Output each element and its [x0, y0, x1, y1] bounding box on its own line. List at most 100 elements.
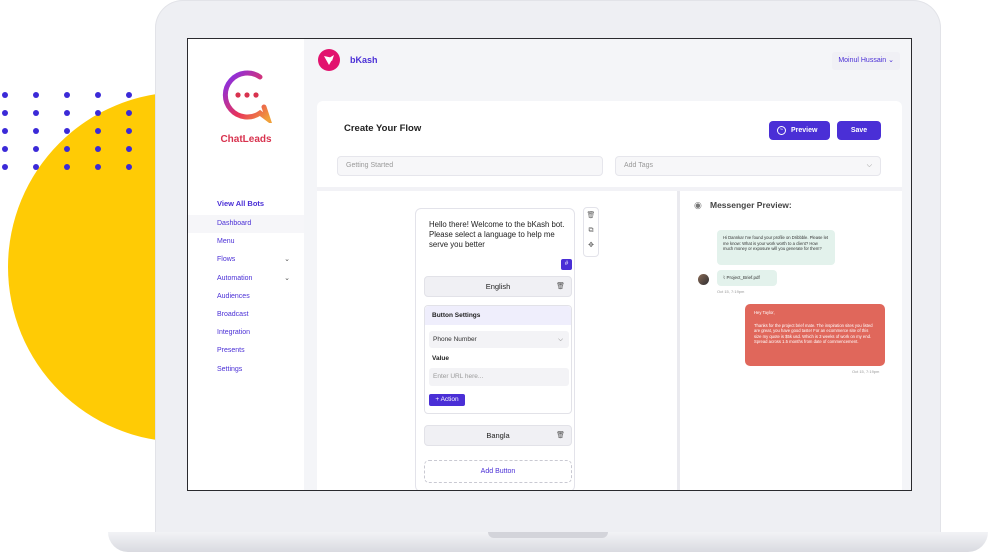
decorative-dot	[126, 110, 132, 116]
decorative-dot	[33, 110, 39, 116]
getting-started-input[interactable]: Getting Started	[337, 156, 603, 176]
button-type-select[interactable]: Phone Number ⌵	[429, 331, 569, 348]
sidebar-item-settings[interactable]: Settings	[188, 361, 304, 379]
trash-icon[interactable]: 🗑	[556, 426, 565, 445]
button-type-value: Phone Number	[433, 336, 477, 343]
eye-icon: ◉	[694, 200, 702, 210]
decorative-dot	[2, 92, 8, 98]
view-all-bots-link[interactable]: View All Bots	[217, 199, 264, 208]
decorative-dot	[64, 146, 70, 152]
decorative-dot	[33, 128, 39, 134]
sidebar-menu: Dashboard Menu Flows ⌄ Automation ⌄ Audiences B…	[188, 215, 304, 379]
user-name: Moinul Hussain	[838, 57, 887, 64]
copy-icon[interactable]: ⧉	[584, 223, 598, 238]
outgoing-message-bubble: Hey Taylor, Thanks for the project brief…	[745, 304, 885, 366]
value-label: Value	[432, 355, 449, 362]
messenger-preview-title: Messenger Preview:	[710, 200, 792, 210]
decorative-dot	[64, 128, 70, 134]
save-button[interactable]: Save	[837, 121, 881, 140]
decorative-dot	[33, 92, 39, 98]
panel-divider	[677, 191, 680, 490]
decorative-dot	[2, 146, 8, 152]
app-screen: ChatLeads View All Bots Dashboard Menu Flo…	[187, 38, 912, 491]
node-message[interactable]: Hello there! Welcome to the bKash bot. P…	[429, 220, 569, 250]
button-settings-panel: Button Settings Phone Number ⌵ Value Ent…	[424, 305, 572, 414]
variable-hash-button[interactable]: #	[561, 259, 572, 270]
sidebar-item-label: Audiences	[217, 292, 250, 300]
chevron-down-icon: ⌄	[888, 57, 894, 64]
tags-placeholder: Add Tags	[624, 162, 654, 169]
sidebar-item-presents[interactable]: Presents	[188, 342, 304, 360]
chatleads-logo	[216, 67, 276, 126]
avatar	[698, 274, 709, 285]
divider	[317, 187, 902, 191]
bkash-logo-icon	[318, 49, 340, 71]
decorative-dot	[95, 92, 101, 98]
decorative-dot	[126, 146, 132, 152]
quick-reply-button-bangla[interactable]: Bangla 🗑	[424, 425, 572, 446]
delete-icon[interactable]: 🗑	[584, 208, 598, 223]
decorative-dot	[2, 110, 8, 116]
node-toolbar: 🗑 ⧉ ✥	[583, 207, 599, 257]
chevron-down-icon: ⌵	[866, 162, 872, 169]
chevron-down-icon: ⌄	[284, 274, 290, 282]
preview-label: Preview	[791, 127, 818, 134]
sidebar-item-broadcast[interactable]: Broadcast	[188, 306, 304, 324]
sidebar-item-menu[interactable]: Menu	[188, 233, 304, 251]
quick-reply-label: Bangla	[486, 431, 510, 440]
decorative-dot	[95, 146, 101, 152]
message-timestamp: Oct 15, 7:19pm	[852, 369, 880, 374]
preview-button[interactable]: ~ Preview	[769, 121, 830, 140]
move-icon[interactable]: ✥	[584, 238, 598, 253]
decorative-dot	[64, 164, 70, 170]
sidebar-item-dashboard[interactable]: Dashboard	[188, 215, 304, 234]
add-action-button[interactable]: + Action	[429, 394, 465, 406]
decorative-dot	[64, 92, 70, 98]
quick-reply-button-english[interactable]: English 🗑	[424, 276, 572, 297]
url-input[interactable]: Enter URL here...	[429, 368, 569, 386]
incoming-message-bubble: Hi Dannka! I've found your profile on Dr…	[717, 230, 835, 265]
sidebar-item-label: Dashboard	[217, 220, 252, 227]
file-name: Project_Brief.pdf	[726, 275, 760, 280]
page-title: Create Your Flow	[344, 123, 422, 134]
sidebar-item-label: Settings	[217, 365, 243, 373]
sidebar-item-label: Flows	[217, 256, 236, 264]
tags-select[interactable]: Add Tags ⌵	[615, 156, 881, 176]
decorative-dot	[33, 146, 39, 152]
laptop-notch	[488, 532, 608, 538]
decorative-dot	[126, 92, 132, 98]
brand-name: ChatLeads	[220, 134, 272, 145]
button-settings-title: Button Settings	[425, 306, 571, 325]
flow-node[interactable]: Hello there! Welcome to the bKash bot. P…	[415, 208, 575, 490]
sidebar-item-integration[interactable]: Integration	[188, 324, 304, 342]
user-menu[interactable]: Moinul Hussain ⌄	[832, 52, 900, 70]
sidebar-item-label: Presents	[217, 347, 245, 355]
outgoing-greeting: Hey Taylor,	[754, 310, 775, 315]
decorative-dot	[95, 128, 101, 134]
top-header: bKash Moinul Hussain ⌄	[304, 39, 911, 83]
message-timestamp: Oct 15, 7:19pm	[717, 289, 745, 294]
trash-icon[interactable]: 🗑	[556, 277, 565, 296]
outgoing-message-text: Thanks for the project brief mate. The i…	[754, 322, 873, 345]
bot-name: bKash	[350, 55, 378, 65]
sidebar: ChatLeads View All Bots Dashboard Menu Flo…	[188, 39, 304, 490]
chevron-down-icon: ⌵	[558, 336, 563, 343]
decorative-dot	[2, 164, 8, 170]
quick-reply-label: English	[485, 282, 511, 291]
sidebar-item-label: Menu	[217, 238, 235, 246]
sidebar-item-label: Broadcast	[217, 310, 249, 318]
decorative-dot	[33, 164, 39, 170]
sidebar-item-label: Integration	[217, 329, 251, 337]
decorative-dot	[2, 128, 8, 134]
chevron-down-icon: ⌄	[284, 256, 290, 264]
file-attachment[interactable]: ⌇ Project_Brief.pdf	[717, 270, 777, 286]
flow-editor-card: Create Your Flow ~ Preview Save Getting …	[317, 101, 902, 490]
sidebar-item-label: Automation	[217, 274, 253, 282]
decorative-dot	[95, 110, 101, 116]
sidebar-item-audiences[interactable]: Audiences	[188, 288, 304, 306]
sidebar-item-flows[interactable]: Flows ⌄	[188, 251, 304, 269]
decorative-dot	[126, 128, 132, 134]
add-button[interactable]: Add Button	[424, 460, 572, 483]
decorative-dot	[95, 164, 101, 170]
sidebar-item-automation[interactable]: Automation ⌄	[188, 270, 304, 288]
